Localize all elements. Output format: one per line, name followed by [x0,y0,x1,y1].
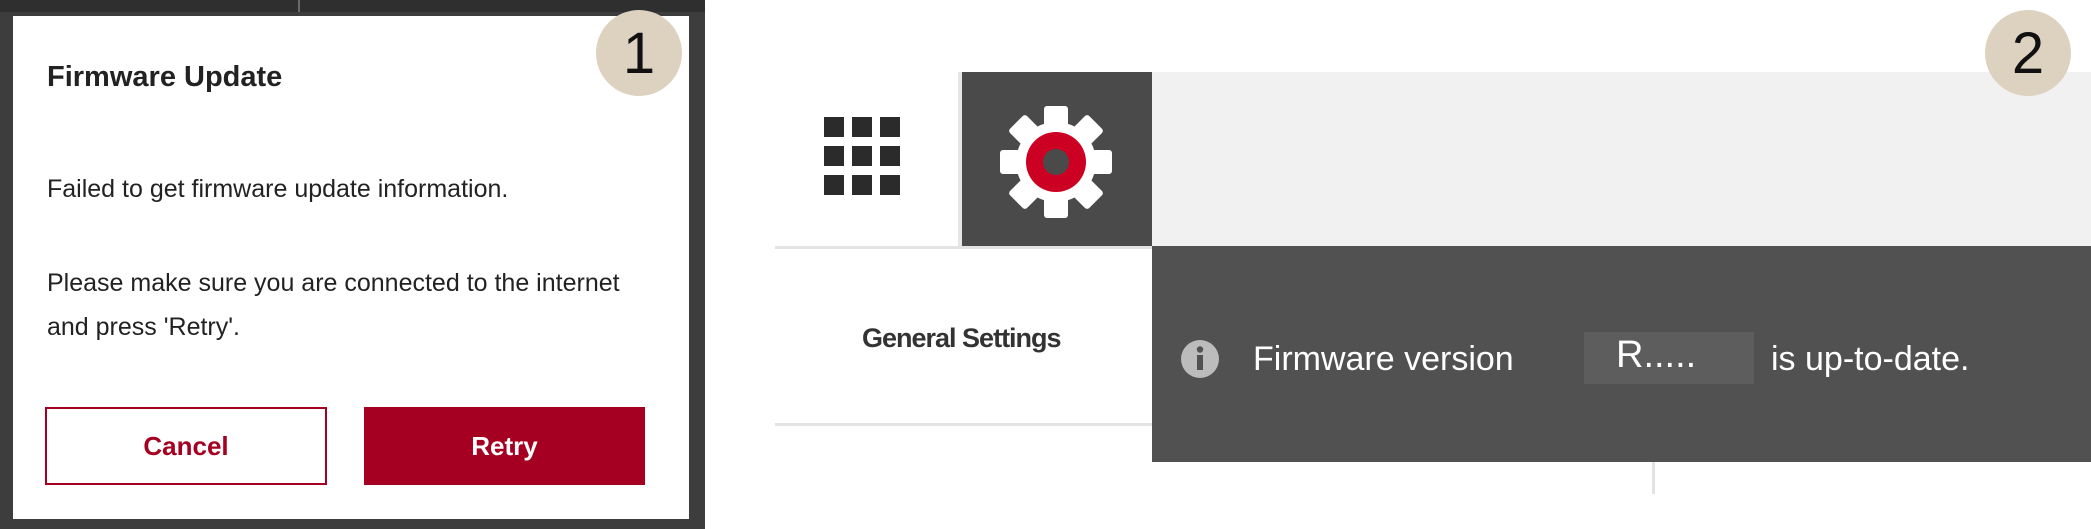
sidebar-divider-bottom [775,423,1152,426]
sidebar-divider-top [775,246,1152,249]
step-badge-2: 2 [1985,10,2071,96]
content-divider [1652,458,1655,494]
backdrop-top-bar [0,0,705,12]
firmware-version-value: R..... [1616,334,1697,376]
sidebar-item-general-settings[interactable]: General Settings [862,323,1062,354]
firmware-status-text: is up-to-date. [1771,340,1970,378]
info-icon [1181,340,1219,378]
dialog-instruction-message: Please make sure you are connected to th… [47,269,620,341]
firmware-version-label: Firmware version [1253,340,1514,378]
toolbar-background [1152,72,2091,246]
grid-9-icon[interactable] [824,117,900,195]
gear-icon[interactable] [996,102,1116,222]
dialog-title: Firmware Update [47,61,283,93]
cancel-button[interactable]: Cancel [45,407,327,485]
retry-button[interactable]: Retry [364,407,645,485]
step-badge-1: 1 [596,10,682,96]
backdrop-divider [298,0,300,12]
dialog-error-message: Failed to get firmware update informatio… [47,175,509,203]
